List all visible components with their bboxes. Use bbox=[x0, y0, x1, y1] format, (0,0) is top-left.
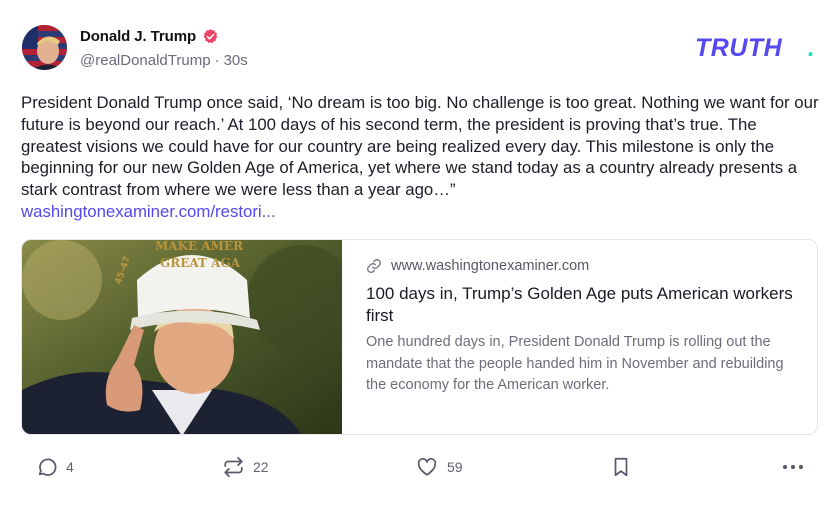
link-icon bbox=[367, 259, 381, 273]
action-bar: 4 22 59 bbox=[0, 456, 840, 486]
retruth-icon bbox=[224, 456, 243, 478]
more-dots-icon bbox=[782, 464, 804, 470]
card-body: www.washingtonexaminer.com 100 days in, … bbox=[342, 240, 817, 434]
bookmark-icon bbox=[614, 457, 628, 477]
handle[interactable]: @realDonaldTrump bbox=[80, 52, 211, 69]
news-photo-icon: MAKE AMER GREAT AGA 45-47 bbox=[22, 240, 342, 434]
truth-social-logo[interactable]: TRUTH . bbox=[695, 34, 819, 62]
meta-separator: · bbox=[214, 52, 220, 69]
more-options-button[interactable] bbox=[781, 456, 805, 478]
timestamp[interactable]: 30s bbox=[224, 52, 248, 69]
card-image: MAKE AMER GREAT AGA 45-47 bbox=[22, 240, 342, 434]
post-text: President Donald Trump once said, ‘No dr… bbox=[21, 92, 821, 223]
cap-text-line2: GREAT AGA bbox=[160, 256, 241, 270]
heart-icon bbox=[417, 457, 437, 476]
logo-text: TRUTH bbox=[695, 35, 783, 60]
retruth-count: 22 bbox=[253, 459, 269, 475]
card-domain: www.washingtonexaminer.com bbox=[391, 258, 590, 274]
post-link[interactable]: washingtonexaminer.com/restori... bbox=[21, 201, 821, 223]
truth-post: Donald J. Trump @realDonaldTrump · 30s T… bbox=[0, 0, 840, 509]
retruth-button[interactable]: 22 bbox=[222, 456, 269, 478]
bookmark-button[interactable] bbox=[611, 456, 631, 478]
author-block: Donald J. Trump @realDonaldTrump · 30s bbox=[80, 26, 248, 70]
display-name[interactable]: Donald J. Trump bbox=[80, 28, 196, 45]
avatar[interactable] bbox=[22, 25, 67, 70]
cap-text-line1: MAKE AMER bbox=[155, 240, 244, 253]
like-button[interactable]: 59 bbox=[415, 456, 463, 478]
avatar-image bbox=[22, 25, 67, 70]
reply-icon bbox=[38, 458, 57, 476]
card-title[interactable]: 100 days in, Trump’s Golden Age puts Ame… bbox=[366, 283, 793, 326]
link-preview-card[interactable]: MAKE AMER GREAT AGA 45-47 www.washington… bbox=[21, 239, 818, 435]
card-description: One hundred days in, President Donald Tr… bbox=[366, 334, 784, 394]
verified-badge-icon bbox=[202, 28, 219, 45]
reply-count: 4 bbox=[66, 459, 74, 475]
post-body: President Donald Trump once said, ‘No dr… bbox=[21, 93, 819, 200]
like-count: 59 bbox=[447, 459, 463, 475]
reply-button[interactable]: 4 bbox=[36, 456, 74, 478]
logo-dot: . bbox=[807, 35, 814, 60]
